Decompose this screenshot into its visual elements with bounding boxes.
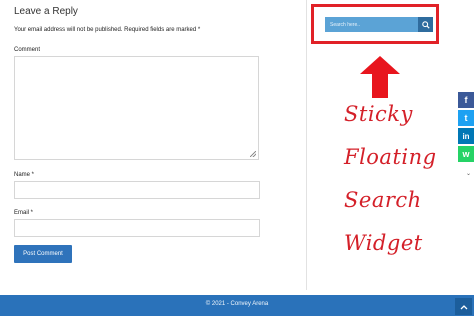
search-widget: Search here..	[325, 17, 433, 32]
social-share-bar: f t in w	[458, 92, 474, 164]
chevron-up-icon	[460, 304, 467, 309]
comment-textarea[interactable]	[14, 56, 259, 160]
resize-handle-icon[interactable]	[250, 151, 256, 157]
name-label: Name *	[14, 172, 35, 178]
search-input[interactable]: Search here..	[325, 17, 418, 32]
name-field[interactable]	[14, 181, 260, 199]
footer: © 2021 - Convey Arena	[0, 295, 474, 316]
annotation-line: Widget	[344, 231, 423, 255]
email-field[interactable]	[14, 219, 260, 237]
whatsapp-icon: w	[462, 149, 470, 159]
comment-label: Comment	[14, 47, 41, 53]
post-comment-button[interactable]: Post Comment	[14, 245, 72, 263]
twitter-share-button[interactable]: t	[458, 110, 474, 126]
facebook-share-button[interactable]: f	[458, 92, 474, 108]
linkedin-icon: in	[462, 131, 470, 141]
twitter-icon: t	[464, 113, 468, 123]
comment-form: Leave a Reply Your email address will no…	[0, 0, 306, 292]
reply-title: Leave a Reply	[14, 6, 78, 17]
linkedin-share-button[interactable]: in	[458, 128, 474, 144]
annotation-line: Floating	[344, 145, 437, 169]
arrow-up-icon	[360, 56, 400, 98]
annotation-line: Search	[344, 188, 422, 212]
sidebar-divider	[306, 0, 307, 290]
whatsapp-share-button[interactable]: w	[458, 146, 474, 162]
chevron-down-icon[interactable]: ⌄	[466, 170, 471, 177]
annotation-line: Sticky	[344, 102, 413, 126]
email-label: Email *	[14, 210, 34, 216]
copyright-text: © 2021 - Convey Arena	[205, 301, 269, 307]
search-icon	[421, 20, 430, 29]
search-button[interactable]	[418, 17, 433, 32]
scroll-to-top-button[interactable]	[455, 298, 472, 315]
comment-notes: Your email address will not be published…	[14, 27, 201, 33]
facebook-icon: f	[464, 95, 468, 105]
